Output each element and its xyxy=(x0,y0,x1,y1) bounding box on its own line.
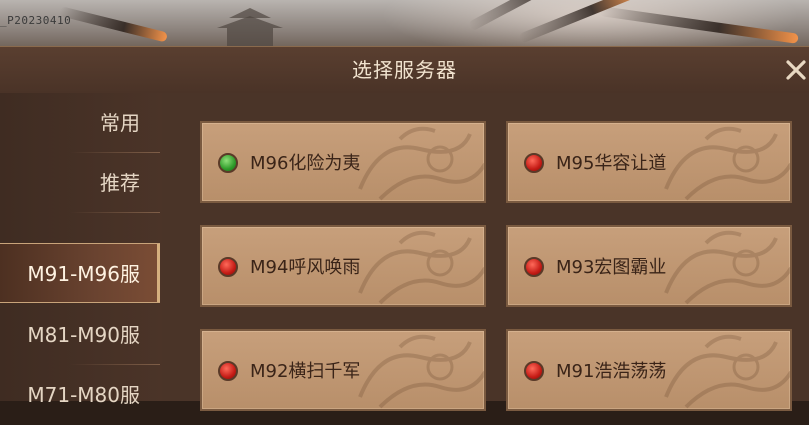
server-select-dialog: 选择服务器 常用 推荐 M91-M96服 M81-M90服 M71-M80服 M… xyxy=(0,46,809,411)
tab-m91-m96[interactable]: M91-M96服 xyxy=(0,243,160,303)
server-card[interactable]: M92横扫千军 xyxy=(200,329,486,411)
dragon-pattern-icon xyxy=(358,334,484,409)
dragon-pattern-icon xyxy=(664,230,790,305)
server-name: M93宏图霸业 xyxy=(556,257,667,278)
server-name: M95华容让道 xyxy=(556,153,667,174)
server-card[interactable]: M93宏图霸业 xyxy=(506,225,792,307)
dialog-title: 选择服务器 xyxy=(352,58,457,82)
server-name: M92横扫千军 xyxy=(250,361,361,382)
dialog-header: 选择服务器 xyxy=(0,47,809,94)
dragon-pattern-icon xyxy=(358,230,484,305)
tab-common[interactable]: 常用 xyxy=(0,93,160,153)
close-button[interactable] xyxy=(782,55,809,85)
tab-m71-m80[interactable]: M71-M80服 xyxy=(0,365,160,425)
server-card[interactable]: M94呼风唤雨 xyxy=(200,225,486,307)
status-busy-icon xyxy=(524,361,544,381)
close-x-icon xyxy=(786,60,806,80)
status-busy-icon xyxy=(218,361,238,381)
server-card[interactable]: M91浩浩荡荡 xyxy=(506,329,792,411)
server-name: M91浩浩荡荡 xyxy=(556,361,667,382)
server-card[interactable]: M96化险为夷 xyxy=(200,121,486,203)
status-busy-icon xyxy=(524,153,544,173)
tab-recommended[interactable]: 推荐 xyxy=(0,153,160,213)
pagoda-silhouette xyxy=(217,8,283,46)
tab-m81-m90[interactable]: M81-M90服 xyxy=(0,305,160,365)
server-name: M94呼风唤雨 xyxy=(250,257,361,278)
version-label: _P20230410 xyxy=(0,14,72,27)
status-busy-icon xyxy=(218,257,238,277)
status-online-icon xyxy=(218,153,238,173)
server-card[interactable]: M95华容让道 xyxy=(506,121,792,203)
background-scene: _P20230410 xyxy=(0,0,809,52)
server-list: M96化险为夷 M95华容让道 M94呼风唤雨 M93宏图霸业 M92横扫千军 … xyxy=(162,93,809,411)
dragon-pattern-icon xyxy=(664,126,790,201)
server-group-tabs: 常用 推荐 M91-M96服 M81-M90服 M71-M80服 xyxy=(0,93,162,407)
status-busy-icon xyxy=(524,257,544,277)
server-name: M96化险为夷 xyxy=(250,153,361,174)
dragon-pattern-icon xyxy=(664,334,790,409)
fire-streak xyxy=(58,6,168,43)
dragon-pattern-icon xyxy=(358,126,484,201)
